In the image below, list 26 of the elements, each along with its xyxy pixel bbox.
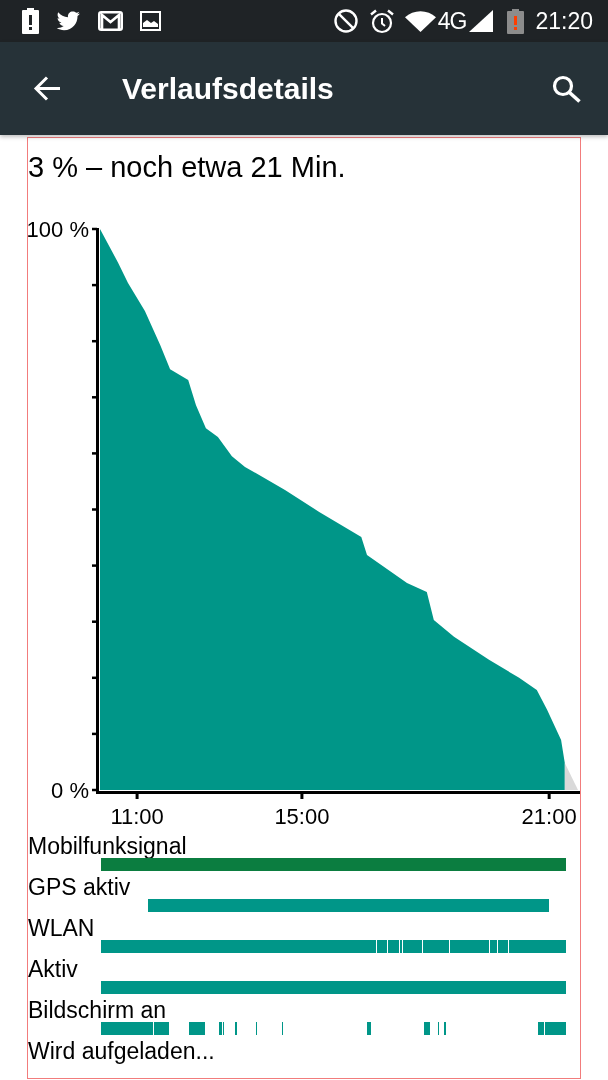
- y-axis-label: 0 %: [51, 778, 89, 803]
- timeline-label: GPS aktiv: [28, 875, 131, 899]
- clock-time: 21:20: [535, 8, 593, 34]
- bird-icon: [56, 11, 81, 31]
- battery-summary: 3 % – noch etwa 21 Min.: [28, 150, 347, 184]
- y-axis-label: 100 %: [28, 217, 89, 242]
- x-axis-label: 11:00: [110, 804, 164, 829]
- circle-slash-icon: [333, 9, 358, 33]
- mail-icon: [98, 11, 123, 31]
- network-type: 4G: [437, 8, 467, 34]
- wifi-icon: [404, 10, 436, 32]
- screen-title: Verlaufsdetails: [122, 70, 334, 107]
- image-icon: [140, 11, 161, 31]
- alarm-clock-icon: [369, 8, 394, 34]
- timeline-label: WLAN: [28, 916, 95, 940]
- battery-low-icon: [507, 8, 525, 34]
- search-icon[interactable]: [552, 74, 581, 103]
- battery-alert-icon: [22, 8, 39, 34]
- timeline-label: Aktiv: [28, 957, 78, 981]
- back-arrow-icon[interactable]: [33, 75, 61, 102]
- timeline-label: Bildschirm an: [28, 998, 167, 1022]
- timeline-label: Wird aufgeladen...: [28, 1039, 215, 1063]
- x-axis-label: 15:00: [274, 804, 330, 829]
- x-axis-label: 21:00: [521, 804, 577, 829]
- timeline-label: Mobilfunksignal: [28, 834, 187, 858]
- signal-icon: [469, 10, 494, 32]
